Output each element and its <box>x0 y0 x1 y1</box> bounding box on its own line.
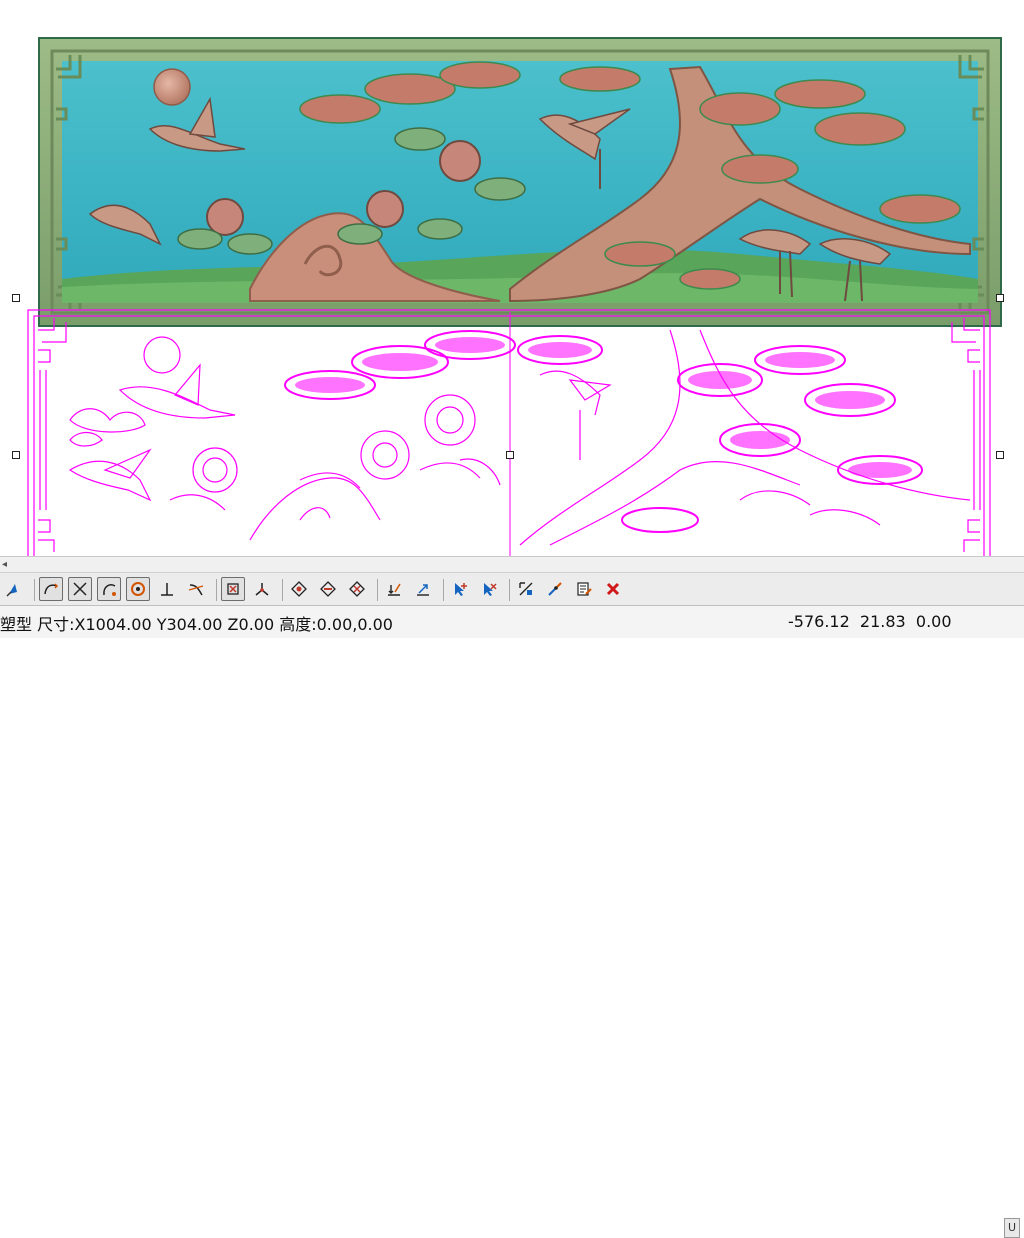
delete-icon <box>606 582 620 596</box>
vector-outer-border <box>27 309 991 556</box>
toolbar-separator <box>34 579 35 601</box>
arc-tool-button[interactable] <box>97 577 121 601</box>
selection-handle-right-mid[interactable] <box>996 451 1004 459</box>
diamond-cross-button[interactable] <box>345 577 369 601</box>
status-dimensions: 尺寸:X1004.00 Y304.00 Z0.00 高度:0.00,0.00 <box>37 615 393 634</box>
selection-handle-right-top[interactable] <box>996 294 1004 302</box>
status-corner-button[interactable]: U <box>1004 1218 1020 1238</box>
diamond-remove-button[interactable] <box>316 577 340 601</box>
node-snap-icon <box>227 583 239 595</box>
circle-target-button[interactable] <box>126 577 150 601</box>
axis-snap-icon <box>255 583 269 596</box>
perpendicular-button[interactable] <box>155 577 179 601</box>
select-add-button[interactable] <box>448 577 472 601</box>
node-snap-button[interactable] <box>221 577 245 601</box>
toolbar-separator <box>377 579 378 601</box>
toolbar-separator <box>282 579 283 601</box>
arrow-tool-icon <box>6 584 17 597</box>
cross-tool-icon <box>73 582 87 596</box>
list-edit-button[interactable] <box>572 577 596 601</box>
toolbar-separator <box>443 579 444 601</box>
selection-handle-left-mid[interactable] <box>12 451 20 459</box>
curve-tool-icon <box>44 583 59 595</box>
status-mode: 塑型 <box>0 615 33 634</box>
horizontal-scrollbar[interactable]: ◂ <box>0 556 1024 572</box>
transform-icon <box>519 582 533 596</box>
snap-toolbar <box>0 572 1024 606</box>
axis-snap-button[interactable] <box>250 577 274 601</box>
diamond-remove-icon <box>320 581 336 597</box>
select-remove-icon <box>484 583 497 596</box>
list-edit-icon <box>577 582 592 596</box>
tangent-icon <box>188 584 204 596</box>
scroll-left-icon[interactable]: ◂ <box>2 557 7 572</box>
status-bar: 塑型 尺寸:X1004.00 Y304.00 Z0.00 高度:0.00,0.0… <box>0 606 1024 1238</box>
toolbar-separator <box>509 579 510 601</box>
diamond-add-button[interactable] <box>287 577 311 601</box>
layer-down-button[interactable] <box>382 577 406 601</box>
selection-handle-left-top[interactable] <box>12 294 20 302</box>
toolbar-separator <box>216 579 217 601</box>
tangent-button[interactable] <box>184 577 208 601</box>
cross-tool-button[interactable] <box>68 577 92 601</box>
perpendicular-icon <box>161 583 173 596</box>
select-remove-button[interactable] <box>477 577 501 601</box>
edit-node-icon <box>548 582 562 596</box>
curve-tool-button[interactable] <box>39 577 63 601</box>
arc-tool-icon <box>103 584 116 596</box>
select-add-icon <box>455 583 467 596</box>
arrow-tool-button[interactable] <box>2 577 26 601</box>
diamond-cross-icon <box>349 581 365 597</box>
edit-node-button[interactable] <box>543 577 567 601</box>
selection-handle-center[interactable] <box>506 451 514 459</box>
transform-button[interactable] <box>514 577 538 601</box>
delete-button[interactable] <box>601 577 625 601</box>
layer-up-button[interactable] <box>411 577 435 601</box>
design-canvas[interactable] <box>0 0 1024 556</box>
cursor-coordinates: -576.12 21.83 0.00 <box>788 612 952 631</box>
vector-drawing[interactable] <box>0 0 1024 556</box>
layer-up-icon <box>417 584 429 596</box>
layer-down-icon <box>388 583 401 596</box>
diamond-add-icon <box>291 581 307 597</box>
circle-target-icon <box>131 582 145 596</box>
